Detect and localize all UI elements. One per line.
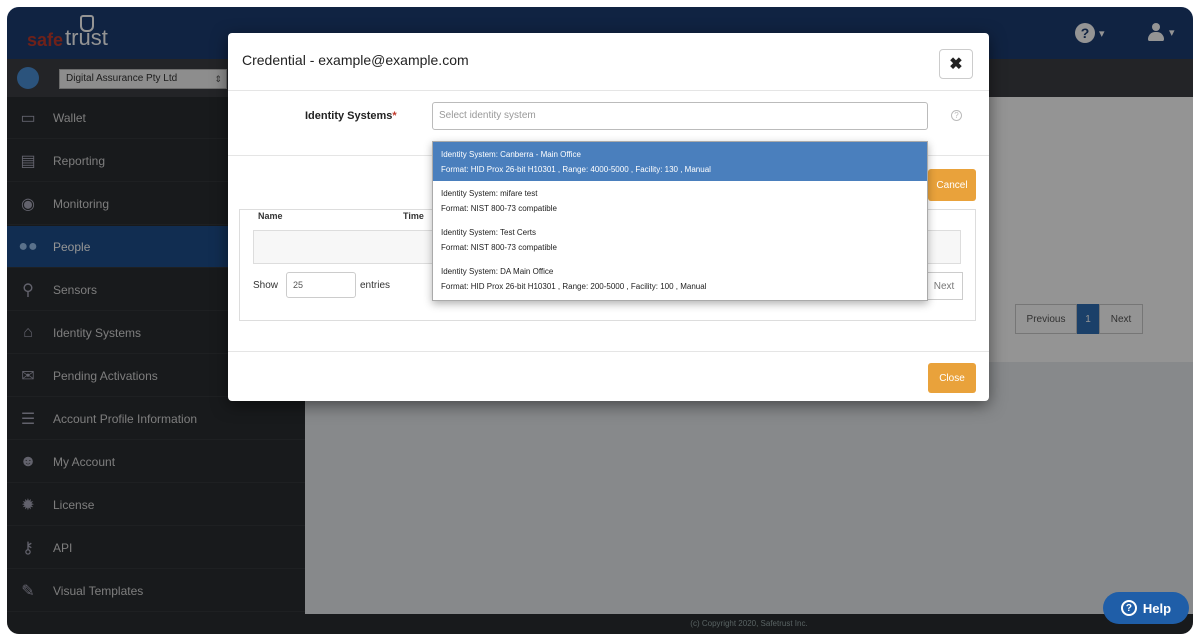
close-label: Close [939, 372, 965, 384]
option-identity-system: Identity System: DA Main Office [441, 267, 554, 276]
option-format: Format: HID Prox 26-bit H10301 , Range: … [441, 282, 707, 291]
help-icon: ? [1120, 600, 1137, 616]
dropdown-option[interactable]: Identity System: Canberra - Main Office … [433, 142, 927, 181]
entries-label: entries [360, 280, 391, 291]
option-identity-system: Identity System: Test Certs [441, 228, 536, 237]
modal-title: Credential - example@example.com [242, 52, 469, 68]
column-header-time[interactable]: Time [403, 211, 424, 221]
option-format: Format: HID Prox 26-bit H10301 , Range: … [441, 165, 711, 174]
close-button[interactable]: Close [928, 363, 976, 393]
column-header-name[interactable]: Name [258, 211, 283, 221]
page-size-value: 25 [293, 280, 304, 290]
identity-systems-dropdown: Identity System: Canberra - Main Office … [432, 141, 928, 301]
show-label: Show [253, 280, 279, 291]
cancel-button[interactable]: Cancel [928, 169, 976, 201]
next-label: Next [933, 280, 955, 292]
option-identity-system: Identity System: Canberra - Main Office [441, 150, 581, 159]
identity-systems-label: Identity Systems* [305, 110, 397, 122]
info-icon[interactable]: ? [951, 110, 962, 121]
modal-header: Credential - example@example.com ✖ [228, 33, 989, 91]
identity-systems-placeholder: Select identity system [439, 110, 536, 121]
dropdown-option[interactable]: Identity System: mifare test Format: NIS… [433, 181, 927, 220]
app-window: safe trust ? ▾ ▾ Digital Assurance Pty L… [7, 7, 1193, 634]
next-page-button[interactable]: Next [925, 272, 963, 300]
help-button[interactable]: ? Help [1103, 592, 1189, 624]
close-icon[interactable]: ✖ [939, 49, 973, 79]
dropdown-option[interactable]: Identity System: DA Main Office Format: … [433, 259, 927, 298]
option-identity-system: Identity System: mifare test [441, 189, 538, 198]
help-label: Help [1142, 600, 1172, 616]
identity-systems-select[interactable]: Select identity system [432, 102, 928, 130]
option-format: Format: NIST 800-73 compatible [441, 204, 557, 213]
option-format: Format: NIST 800-73 compatible [441, 243, 557, 252]
cancel-label: Cancel [936, 179, 968, 191]
required-asterisk: * [392, 110, 397, 122]
divider [228, 351, 989, 352]
dropdown-option[interactable]: Identity System: Test Certs Format: NIST… [433, 220, 927, 259]
identity-systems-label-text: Identity Systems [305, 110, 393, 122]
page-size-select[interactable]: 25 [286, 272, 356, 298]
